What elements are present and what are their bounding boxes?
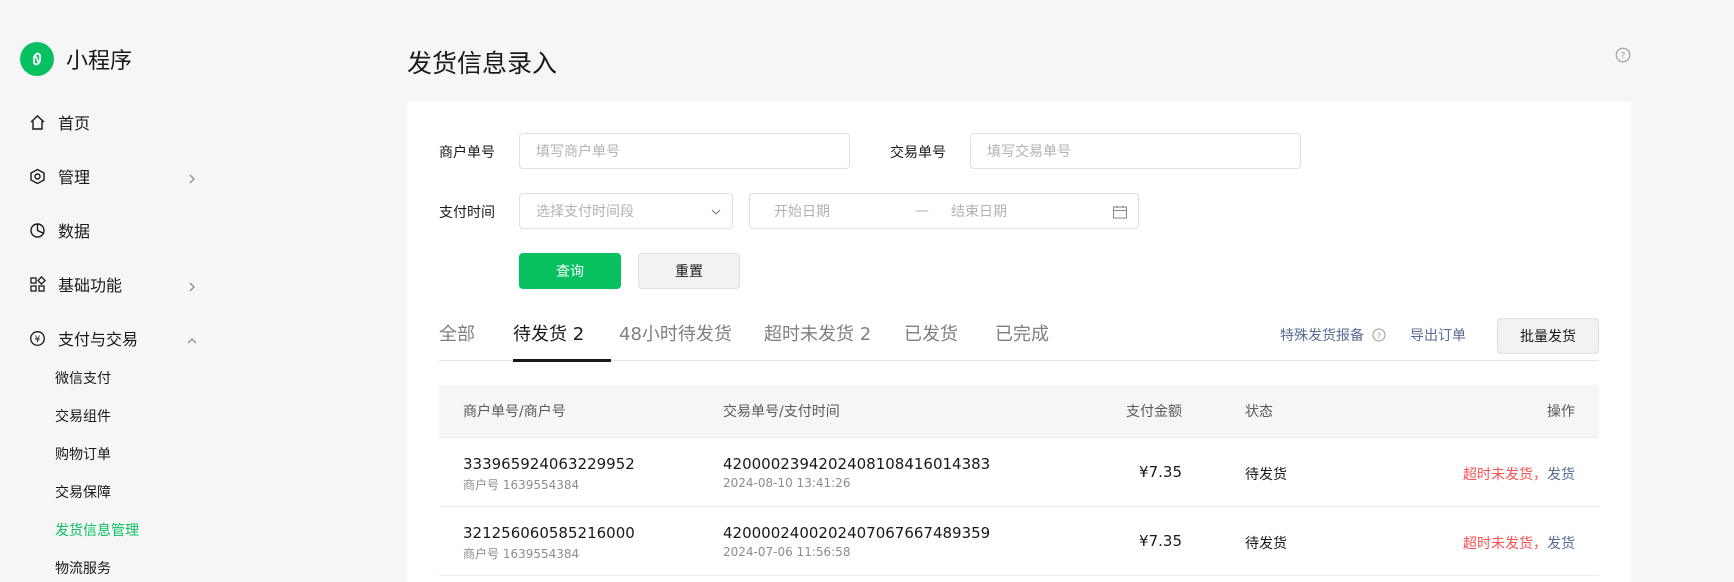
special-report-label: 特殊发货报备 [1280,328,1364,344]
merchant-order-input[interactable]: 填写商户单号 [519,133,850,169]
trade-no-input[interactable]: 填写交易单号 [970,133,1301,169]
sidebar-sub-trade-component[interactable]: 交易组件 [55,406,111,426]
merchant-order-no: 333965924063229952 [463,455,635,473]
overdue-tag[interactable]: 超时未发货， [1463,536,1547,552]
pay-amount: ¥7.35 [1139,463,1182,481]
row-divider [439,437,1599,438]
ship-link[interactable]: 发货 [1547,467,1575,483]
query-button[interactable]: 查询 [519,253,621,289]
svg-text:?: ? [1377,331,1381,340]
start-date-input[interactable]: 开始日期 [774,201,830,221]
reset-button[interactable]: 重置 [638,253,740,289]
tab-shipped[interactable]: 已发货 [904,320,958,346]
special-report-link[interactable]: 特殊发货报备 ? [1280,325,1386,346]
chevron-up-icon [186,332,198,344]
chevron-down-icon [710,206,722,222]
sidebar-sub-shipping-info[interactable]: 发货信息管理 [55,520,139,540]
pay-amount: ¥7.35 [1139,532,1182,550]
row-divider [439,575,1599,576]
pay-time-select-text: 选择支付时间段 [536,204,634,220]
merchant-order-no: 321256060585216000 [463,524,635,542]
status-text: 待发货 [1245,467,1287,483]
row-actions: 超时未发货，发货 [1463,533,1575,553]
chevron-right-icon [186,278,198,292]
sidebar-sub-wechat-pay[interactable]: 微信支付 [55,368,111,388]
end-date-input[interactable]: 结束日期 [951,201,1007,221]
sidebar: 小程序 首页 管理 数据 基础功能 ¥ 支付与交易 微信支付 交易组件 购物订单… [0,0,220,582]
column-header: 状态 [1245,404,1273,420]
merchant-id: 商户号 1639554384 [463,547,580,561]
miniprogram-logo-icon [20,42,54,76]
pay-time: 2024-08-10 13:41:26 [723,476,851,490]
calendar-icon [1112,204,1128,224]
row-actions: 超时未发货，发货 [1463,464,1575,484]
pay-time: 2024-07-06 11:56:58 [723,545,851,559]
sidebar-item-data[interactable]: 数据 [28,218,198,242]
tab-overdue[interactable]: 超时未发货 2 [764,320,871,346]
chevron-right-icon [186,170,198,184]
svg-text:?: ? [1621,52,1626,62]
chart-icon [28,221,46,239]
sidebar-item-home[interactable]: 首页 [28,110,198,134]
sidebar-item-basic[interactable]: 基础功能 [28,272,198,296]
tab-48h-pending[interactable]: 48小时待发货 [619,320,732,346]
sidebar-item-manage[interactable]: 管理 [28,164,198,188]
ship-link[interactable]: 发货 [1547,536,1575,552]
date-range-separator: — [915,203,929,219]
tab-completed[interactable]: 已完成 [995,320,1049,346]
page-title: 发货信息录入 [407,49,558,78]
tabs-divider [439,360,1599,361]
trade-no: 4200002400202407067667489359 [723,524,991,542]
grid-icon [28,275,46,293]
sidebar-item-label: 支付与交易 [58,330,139,349]
table-header [439,385,1599,437]
tab-pending-ship[interactable]: 待发货 2 [513,320,584,346]
date-range-picker[interactable]: 开始日期 — 结束日期 [749,193,1139,229]
sidebar-item-payment[interactable]: ¥ 支付与交易 [28,326,198,350]
tab-all[interactable]: 全部 [439,320,475,346]
row-divider [439,506,1599,507]
column-header: 支付金额 [1126,404,1182,420]
brand-name: 小程序 [66,49,133,74]
pay-time-range-select[interactable]: 选择支付时间段 [519,193,733,229]
batch-ship-button[interactable]: 批量发货 [1497,318,1599,354]
manage-icon [28,167,46,185]
sidebar-sub-trade-guarantee[interactable]: 交易保障 [55,482,111,502]
column-header: 交易单号/支付时间 [723,404,840,420]
svg-text:¥: ¥ [34,335,40,345]
help-icon[interactable]: ? [1615,47,1631,63]
help-icon[interactable]: ? [1372,328,1386,346]
active-tab-indicator [513,359,611,362]
sidebar-sub-shopping-order[interactable]: 购物订单 [55,444,111,464]
sidebar-item-label: 基础功能 [58,276,123,295]
column-header: 商户单号/商户号 [463,404,566,420]
home-icon [28,113,46,131]
overdue-tag[interactable]: 超时未发货， [1463,467,1547,483]
sidebar-item-label: 首页 [58,114,91,133]
trade-no: 4200002394202408108416014383 [723,455,991,473]
sidebar-sub-logistics[interactable]: 物流服务 [55,558,111,578]
yuan-icon: ¥ [28,329,46,347]
merchant-order-label: 商户单号 [439,145,495,161]
pay-time-label: 支付时间 [439,205,495,221]
status-text: 待发货 [1245,536,1287,552]
merchant-id: 商户号 1639554384 [463,478,580,492]
sidebar-item-label: 管理 [58,168,91,187]
sidebar-item-label: 数据 [58,222,91,241]
trade-no-label: 交易单号 [890,145,946,161]
export-orders-link[interactable]: 导出订单 [1410,325,1466,345]
brand[interactable]: 小程序 [20,42,132,76]
column-header: 操作 [1547,404,1575,420]
